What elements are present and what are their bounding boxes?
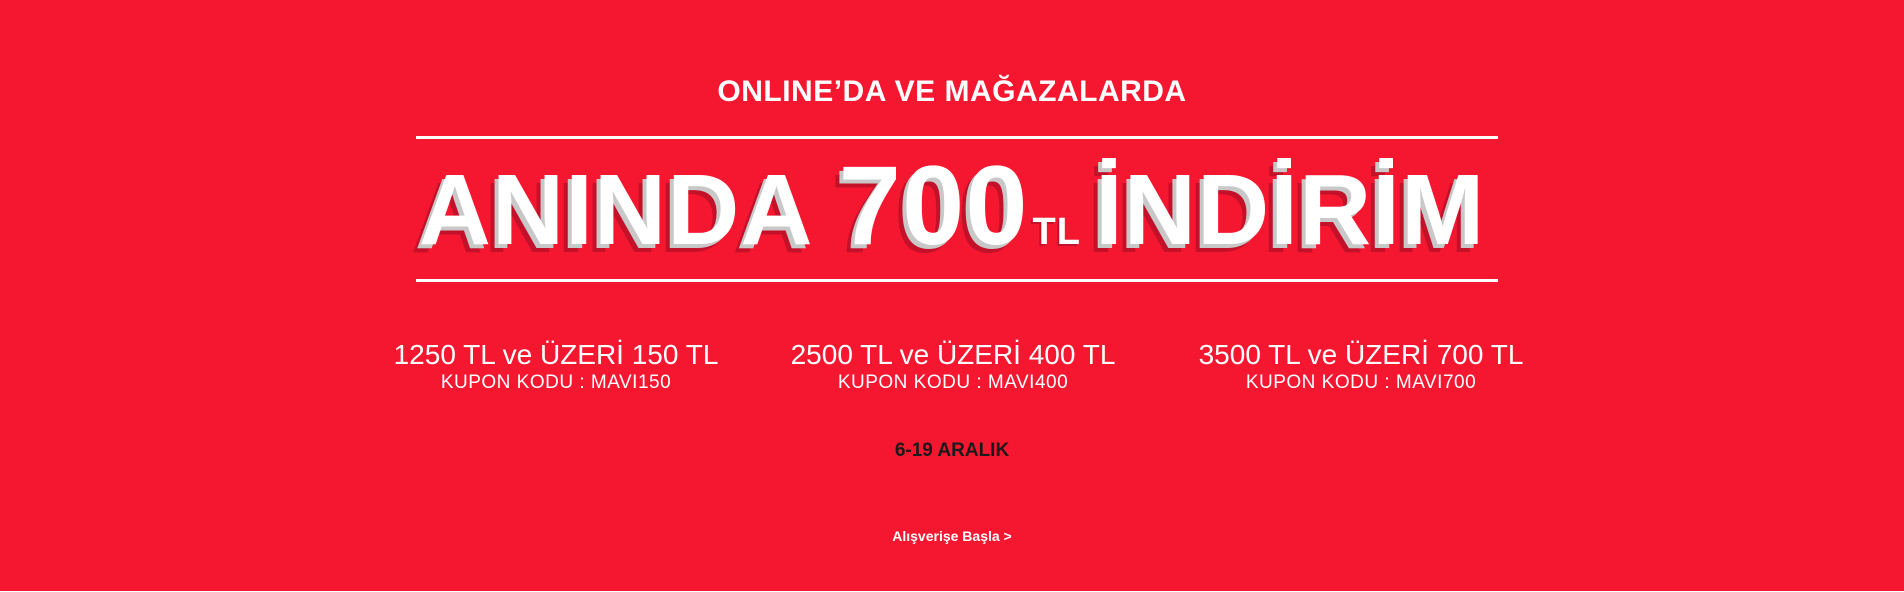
coupon-code: KUPON KODU : MAVI700 xyxy=(1245,372,1477,393)
promo-banner[interactable]: ONLINE’DA VE MAĞAZALARDA ANINDA 700 TL İND… xyxy=(0,0,1904,591)
offer-title: 2500 TL ve ÜZERİ 400 TL xyxy=(790,339,1116,370)
headline-word-indirim: İNDİRİM xyxy=(1094,154,1486,266)
offer-tier-2: 2500 TL ve ÜZERİ 400 TL KUPON KODU : MAV… xyxy=(766,338,1140,394)
offer-title: 3500 TL ve ÜZERİ 700 TL xyxy=(1198,339,1524,370)
top-divider xyxy=(416,136,1498,139)
campaign-dates: 6-19 ARALIK xyxy=(894,440,1010,461)
headline-unit: TL xyxy=(1032,211,1081,253)
offer-tier-3: 3500 TL ve ÜZERİ 700 TL KUPON KODU : MAV… xyxy=(1176,338,1546,394)
headline-word-aninda: ANINDA xyxy=(418,154,810,266)
bottom-divider xyxy=(416,279,1498,282)
coupon-code: KUPON KODU : MAVI150 xyxy=(440,372,672,393)
start-shopping-link[interactable]: Alışverişe Başla > xyxy=(882,526,1022,546)
headline-amount: 700 xyxy=(838,143,1029,268)
banner-headline: ANINDA 700 TL İNDİRİM xyxy=(0,150,1904,266)
banner-kicker: ONLINE’DA VE MAĞAZALARDA xyxy=(717,75,1187,108)
offer-tier-1: 1250 TL ve ÜZERİ 150 TL KUPON KODU : MAV… xyxy=(376,338,736,394)
coupon-code: KUPON KODU : MAVI400 xyxy=(837,372,1069,393)
offer-title: 1250 TL ve ÜZERİ 150 TL xyxy=(393,339,719,370)
